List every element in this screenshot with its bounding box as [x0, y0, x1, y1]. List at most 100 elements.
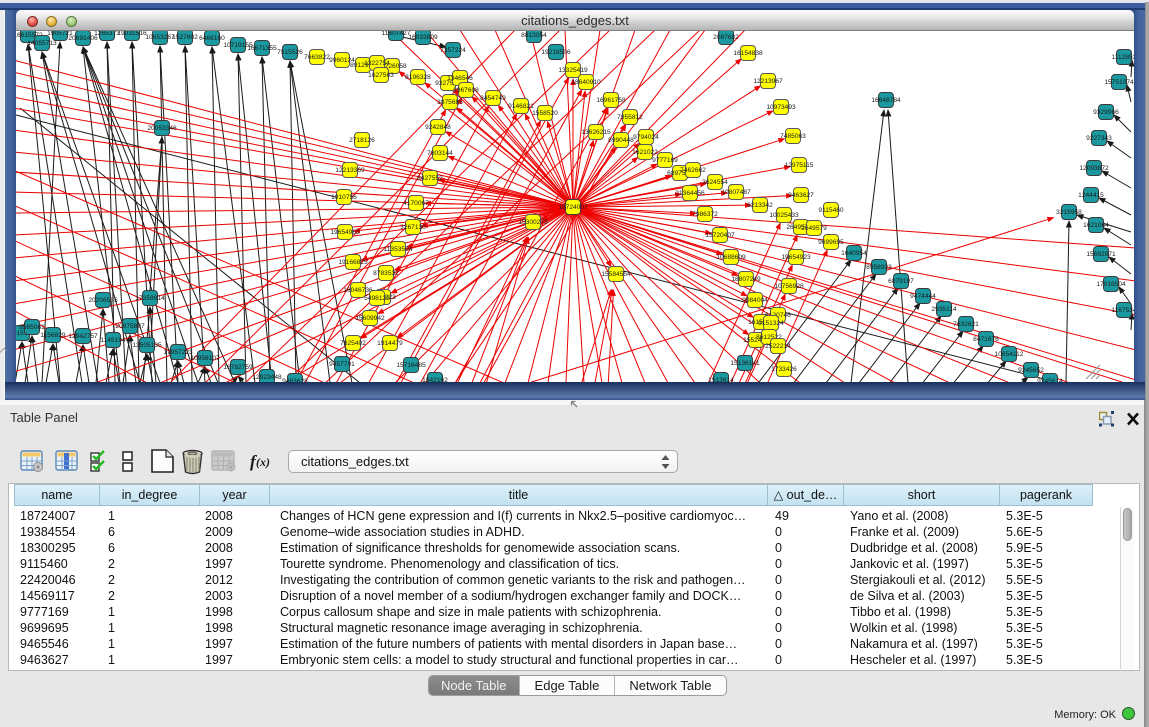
svg-text:16033809: 16033809: [408, 34, 438, 41]
svg-text:15692971: 15692971: [1086, 251, 1116, 258]
svg-text:8813054: 8813054: [521, 32, 547, 39]
svg-text:9084004: 9084004: [742, 297, 768, 304]
svg-text:1621064: 1621064: [1083, 222, 1109, 229]
svg-text:8427552: 8427552: [417, 175, 443, 182]
svg-text:7986372: 7986372: [692, 211, 718, 218]
svg-text:9242848: 9242848: [425, 124, 451, 131]
svg-text:9146821: 9146821: [508, 103, 534, 110]
svg-text:16046736: 16046736: [343, 287, 373, 294]
svg-text:1910756: 1910756: [331, 194, 357, 201]
svg-text:9227343: 9227343: [1086, 135, 1112, 142]
svg-text:20053346: 20053346: [147, 125, 177, 132]
svg-text:2935114: 2935114: [931, 306, 957, 313]
svg-text:1156829: 1156829: [40, 332, 66, 339]
svg-text:7955812: 7955812: [617, 114, 643, 121]
svg-text:7803144: 7803144: [427, 150, 453, 157]
svg-text:3624554: 3624554: [702, 179, 728, 186]
svg-text:8196328: 8196328: [405, 74, 431, 81]
svg-text:10973493: 10973493: [766, 104, 796, 111]
svg-text:1513614: 1513614: [708, 377, 734, 382]
svg-text:15751074: 15751074: [1104, 79, 1134, 86]
svg-text:7485063: 7485063: [780, 133, 806, 140]
svg-text:11353594: 11353594: [384, 246, 413, 253]
svg-text:9457791: 9457791: [329, 361, 355, 368]
svg-text:13505135: 13505135: [132, 342, 162, 349]
svg-text:9329966: 9329966: [1093, 109, 1119, 116]
svg-text:16671355: 16671355: [247, 45, 277, 52]
svg-text:1112853: 1112853: [1112, 54, 1134, 61]
svg-text:10958107: 10958107: [190, 355, 220, 362]
svg-text:15720407: 15720407: [705, 232, 735, 239]
svg-text:21364456: 21364456: [675, 190, 705, 197]
svg-text:12975115: 12975115: [785, 162, 814, 169]
svg-text:1244415: 1244415: [1078, 192, 1104, 199]
svg-text:19218506: 19218506: [541, 49, 571, 56]
svg-text:15716485: 15716485: [396, 362, 426, 369]
svg-text:1527602: 1527602: [172, 34, 198, 41]
svg-text:15300273: 15300273: [518, 219, 548, 226]
svg-text:8958923: 8958923: [866, 264, 892, 271]
svg-text:1914479: 1914479: [377, 340, 403, 347]
svg-text:1167534: 1167534: [1111, 307, 1134, 314]
svg-text:9245614: 9245614: [1037, 378, 1063, 382]
svg-text:9245652: 9245652: [1018, 367, 1044, 374]
svg-text:8990448: 8990448: [608, 137, 634, 144]
svg-text:6879197: 6879197: [888, 278, 914, 285]
svg-text:1145194: 1145194: [100, 337, 126, 344]
svg-text:10807487: 10807487: [721, 189, 751, 196]
svg-text:16961758: 16961758: [596, 97, 626, 104]
svg-text:9151324: 9151324: [758, 320, 784, 327]
svg-text:1346546: 1346546: [447, 75, 473, 82]
svg-text:2087682: 2087682: [713, 34, 739, 41]
svg-text:16782759: 16782759: [223, 364, 253, 371]
svg-text:20975887: 20975887: [115, 323, 145, 330]
svg-text:17016504: 17016504: [1096, 281, 1126, 288]
svg-text:16648784: 16648784: [871, 97, 901, 104]
svg-text:10025433: 10025433: [769, 212, 799, 219]
svg-text:10688609: 10688609: [716, 254, 746, 261]
svg-text:6466160: 6466160: [199, 35, 225, 42]
svg-text:7663822: 7663822: [304, 54, 330, 61]
svg-text:15584554: 15584554: [601, 271, 631, 278]
svg-text:18807249: 18807249: [731, 276, 761, 283]
svg-text:19654963: 19654963: [330, 229, 360, 236]
svg-text:11607427: 11607427: [382, 31, 411, 37]
svg-text:9474444: 9474444: [910, 293, 936, 300]
svg-text:14055713: 14055713: [27, 40, 57, 47]
svg-text:3267130: 3267130: [400, 224, 426, 231]
svg-text:12213967: 12213967: [753, 78, 783, 85]
svg-text:20206535: 20206535: [88, 297, 118, 304]
svg-text:1640954: 1640954: [841, 250, 867, 257]
svg-text:9794024: 9794024: [633, 134, 659, 141]
svg-text:7632621: 7632621: [953, 321, 979, 328]
svg-text:13325419: 13325419: [558, 67, 588, 74]
svg-text:9777169: 9777169: [652, 157, 678, 164]
svg-text:2649579: 2649579: [801, 225, 827, 232]
svg-text:15136141: 15136141: [730, 360, 760, 367]
svg-text:19654923: 19654923: [781, 254, 811, 261]
svg-text:10654112: 10654112: [995, 351, 1024, 358]
svg-text:2718126: 2718126: [349, 137, 375, 144]
svg-text:1322754: 1322754: [364, 60, 390, 67]
svg-text:9699695: 9699695: [818, 239, 844, 246]
svg-text:9463628: 9463628: [282, 378, 308, 382]
svg-text:18640910: 18640910: [571, 79, 601, 86]
svg-text:7625402: 7625402: [340, 340, 366, 347]
svg-text:19166825: 19166825: [338, 259, 368, 266]
svg-text:17359914: 17359914: [135, 295, 165, 302]
svg-text:2967608: 2967608: [453, 87, 479, 94]
svg-text:9463627: 9463627: [788, 192, 814, 199]
svg-text:5498123: 5498123: [364, 295, 390, 302]
svg-text:9585061: 9585061: [19, 324, 45, 331]
svg-text:15609942: 15609942: [355, 315, 385, 322]
svg-text:10756928: 10756928: [774, 283, 804, 290]
svg-text:2522214: 2522214: [765, 343, 791, 350]
svg-text:8783532: 8783532: [373, 270, 399, 277]
svg-text:7515526: 7515526: [277, 49, 303, 56]
svg-text:1265373: 1265373: [94, 31, 120, 37]
svg-text:19031516: 19031516: [117, 31, 147, 37]
svg-text:12213369: 12213369: [335, 167, 365, 174]
svg-text:16154838: 16154838: [733, 50, 763, 57]
svg-text:18724007: 18724007: [558, 204, 588, 211]
svg-text:1733426: 1733426: [771, 366, 797, 373]
